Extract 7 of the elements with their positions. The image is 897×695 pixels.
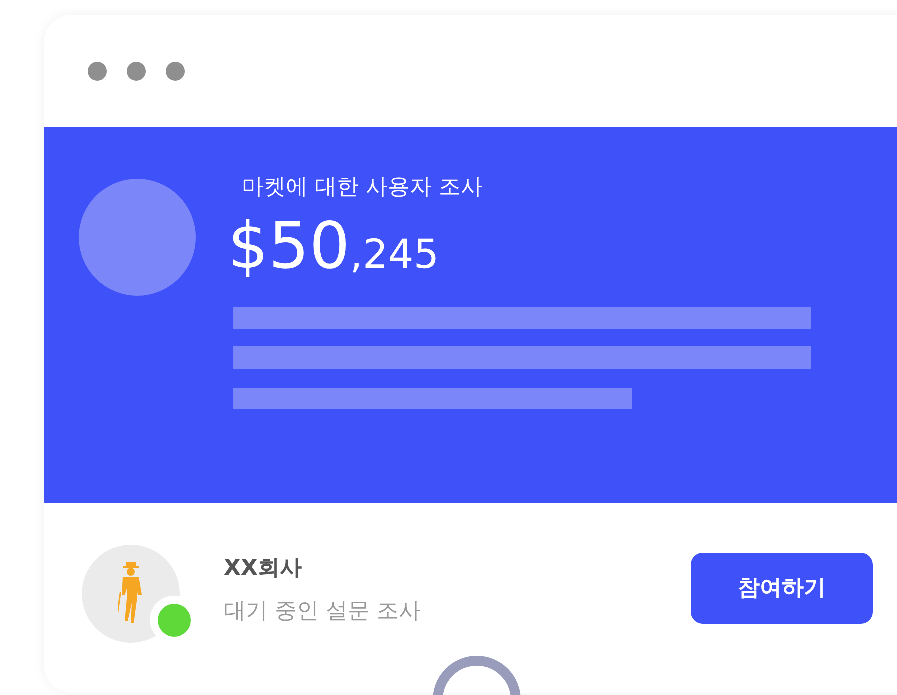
- status-text: 대기 중인 설문 조사: [224, 598, 421, 626]
- amount: $50,245: [228, 215, 440, 279]
- company-name: XX회사: [224, 555, 303, 583]
- join-button[interactable]: 참여하기: [691, 552, 873, 624]
- survey-title: 마켓에 대한 사용자 조사: [242, 174, 484, 202]
- ring-icon: [432, 655, 522, 695]
- person-icon: [118, 562, 144, 626]
